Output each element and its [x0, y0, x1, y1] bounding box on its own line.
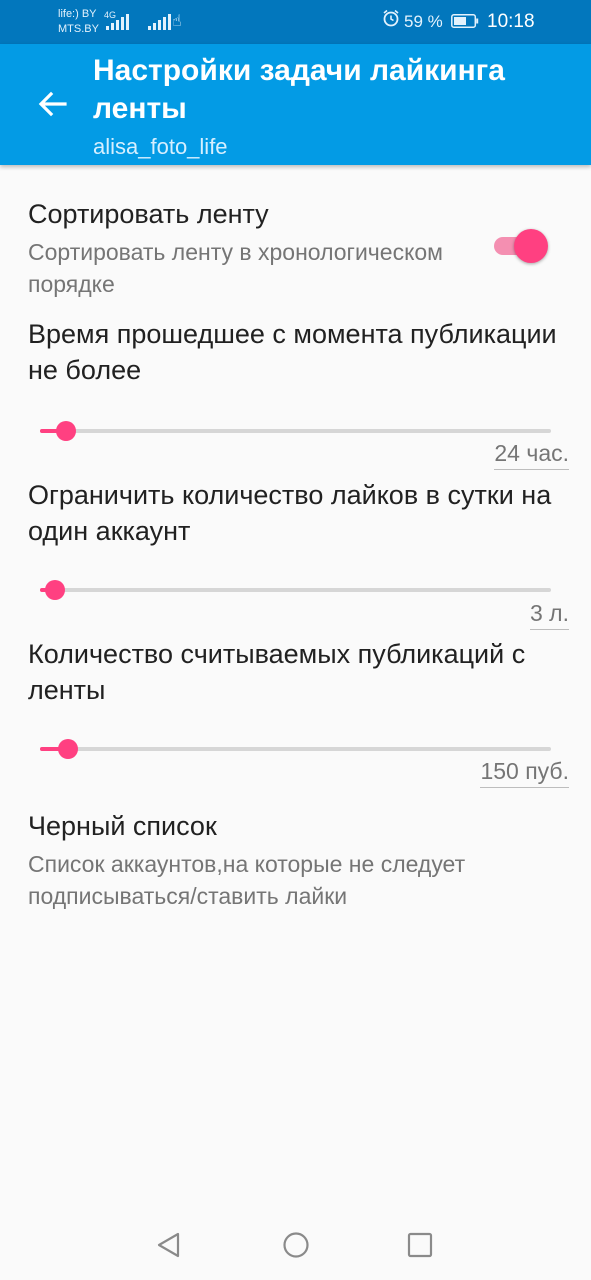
slider-track: [40, 747, 551, 751]
signal-icon: [148, 14, 171, 30]
battery-percent: 59 %: [404, 12, 443, 31]
touch-icon: ☝: [172, 13, 182, 30]
account-name: alisa_foto_life: [93, 134, 228, 159]
slider-thumb[interactable]: [58, 739, 78, 759]
posts-count-value[interactable]: 150 пуб.: [480, 757, 569, 788]
carrier-labels: life:) BY MTS.BY: [58, 7, 99, 37]
slider-track: [40, 429, 551, 433]
system-nav-bar: [0, 1210, 591, 1280]
slider-track: [40, 588, 551, 592]
home-circle-icon[interactable]: [281, 1230, 311, 1260]
pref-blacklist-summary: Список аккаунтов,на которые не следует п…: [28, 851, 466, 909]
likes-limit-slider[interactable]: [40, 578, 551, 602]
page-title: Настройки задачи лайкинга ленты: [93, 54, 505, 125]
app-bar: Настройки задачи лайкинга ленты alisa_fo…: [0, 44, 591, 165]
posts-count-slider[interactable]: [40, 737, 551, 761]
back-triangle-icon[interactable]: [154, 1230, 184, 1260]
signal-icon: [106, 14, 129, 30]
alarm-icon: [383, 9, 399, 27]
pref-max-age-title: Время прошедшее с момента публикации не …: [28, 319, 557, 385]
clock: 10:18: [487, 11, 535, 32]
carrier-1: life:) BY: [58, 8, 97, 20]
back-button[interactable]: [30, 82, 74, 126]
status-bar: life:) BY MTS.BY 4G ☝ 59 % 10:18: [0, 0, 591, 44]
likes-limit-value[interactable]: 3 л.: [530, 599, 569, 630]
max-age-slider[interactable]: [40, 419, 551, 443]
recents-square-icon[interactable]: [405, 1230, 435, 1260]
max-age-value[interactable]: 24 час.: [494, 439, 569, 470]
carrier-2: MTS.BY: [58, 23, 99, 35]
sort-feed-switch[interactable]: [492, 227, 548, 265]
slider-thumb[interactable]: [45, 580, 65, 600]
pref-blacklist-title: Черный список: [28, 811, 217, 841]
pref-likes-limit-title: Ограничить количество лайков в сутки на …: [28, 480, 552, 546]
pref-sort-feed-summary: Сортировать ленту в хронологическом поря…: [28, 239, 443, 297]
switch-thumb: [514, 229, 548, 263]
slider-thumb[interactable]: [56, 421, 76, 441]
arrow-back-icon: [38, 91, 67, 117]
battery-icon: [451, 14, 479, 28]
pref-posts-count-title: Количество считываемых публикаций с лент…: [28, 639, 526, 705]
